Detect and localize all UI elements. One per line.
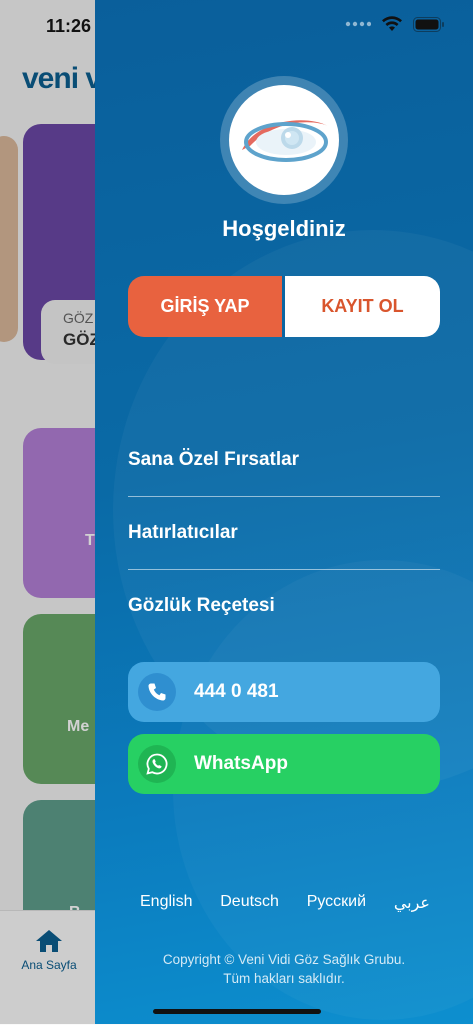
whatsapp-label: WhatsApp	[194, 753, 288, 774]
language-arabic[interactable]: عربي	[394, 893, 430, 913]
side-drawer: Hoşgeldiniz GİRİŞ YAP KAYIT OL Sana Özel…	[95, 0, 473, 1024]
whatsapp-icon	[138, 745, 176, 783]
language-english[interactable]: English	[140, 893, 192, 913]
copyright-text: Copyright © Veni Vidi Göz Sağlık Grubu. …	[95, 950, 473, 988]
phone-number: 444 0 481	[194, 681, 279, 702]
phone-icon	[138, 673, 176, 711]
home-indicator	[153, 1009, 321, 1014]
signal-dots-icon	[345, 21, 371, 27]
menu-item-glasses-prescription[interactable]: Gözlük Reçetesi	[128, 570, 440, 642]
menu-item-special-offers[interactable]: Sana Özel Fırsatlar	[128, 424, 440, 497]
login-button[interactable]: GİRİŞ YAP	[128, 276, 282, 337]
battery-icon	[413, 16, 444, 32]
copyright-line-1: Copyright © Veni Vidi Göz Sağlık Grubu.	[162, 952, 406, 967]
status-time: 11:26	[46, 16, 92, 36]
status-icons	[345, 16, 445, 32]
phone-button[interactable]: 444 0 481	[128, 662, 440, 722]
auth-buttons: GİRİŞ YAP KAYIT OL	[128, 276, 440, 337]
language-german[interactable]: Deutsch	[220, 893, 279, 913]
drawer-menu: Sana Özel Fırsatlar Hatırlatıcılar Gözlü…	[128, 424, 440, 642]
menu-item-label: Gözlük Reçetesi	[128, 595, 275, 616]
menu-item-label: Sana Özel Fırsatlar	[128, 449, 300, 470]
menu-item-reminders[interactable]: Hatırlatıcılar	[128, 497, 440, 570]
menu-item-label: Hatırlatıcılar	[128, 522, 238, 543]
avatar-inner	[229, 85, 339, 195]
wifi-icon	[382, 16, 402, 31]
avatar[interactable]	[220, 76, 348, 204]
register-button[interactable]: KAYIT OL	[285, 276, 440, 337]
whatsapp-button[interactable]: WhatsApp	[128, 734, 440, 794]
eye-logo-icon	[242, 120, 328, 162]
welcome-title: Hoşgeldiniz	[222, 216, 346, 241]
copyright-line-2: Tüm hakları saklıdır.	[223, 971, 345, 986]
language-selector: English Deutsch Русский عربي	[128, 893, 440, 913]
language-russian[interactable]: Русский	[307, 893, 366, 913]
